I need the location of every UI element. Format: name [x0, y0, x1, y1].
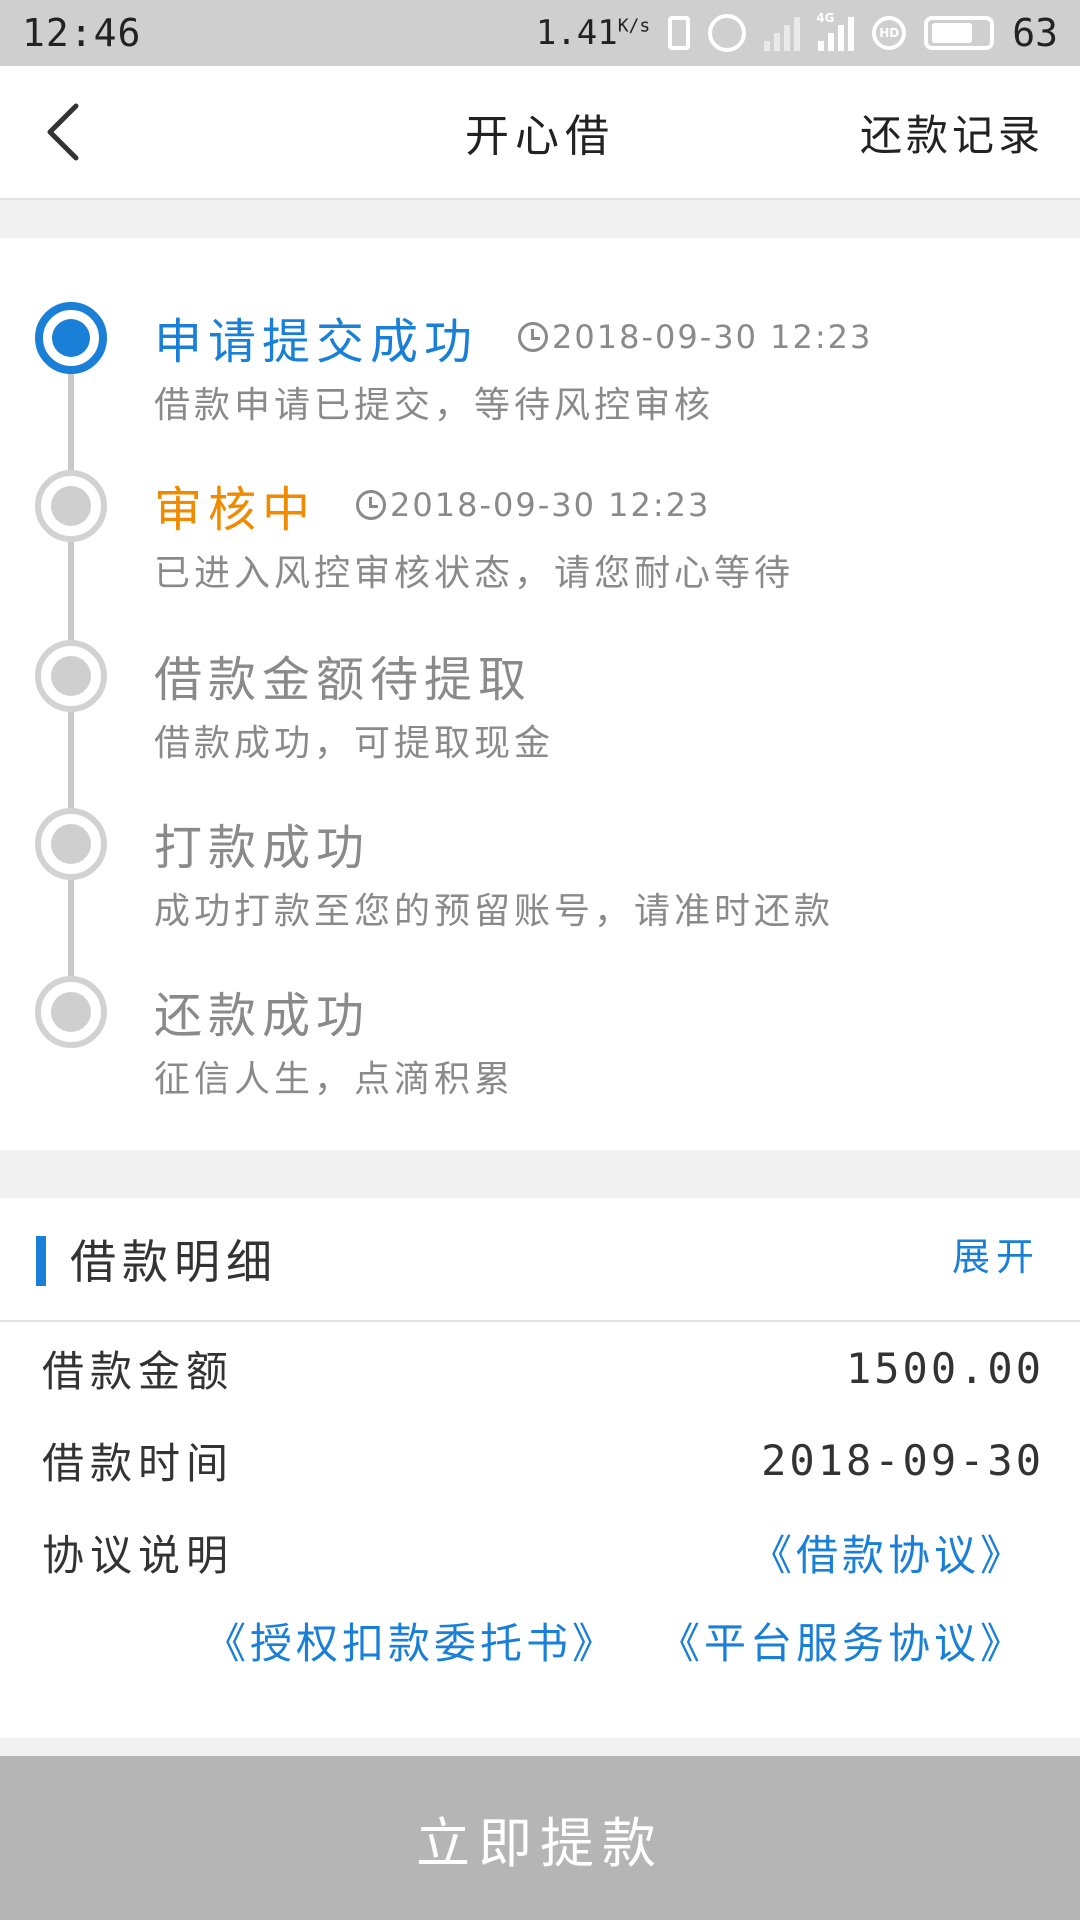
loan-amount-value: 1500.00 [845, 1343, 1044, 1393]
back-button[interactable] [40, 102, 90, 162]
hd-voice-icon: HD [872, 16, 907, 50]
agreement-links: 《授权扣款委托书》 《平台服务协议》 [0, 1610, 1080, 1671]
status-icons: 1.41K/s 4G HD 63 [536, 11, 1058, 55]
loan-detail-card: 借款明细 展开 借款金额 1500.00 借款时间 2018-09-30 协议说… [0, 1198, 1080, 1738]
signal-4g-icon: 4G [816, 11, 855, 51]
expand-button[interactable]: 展开 [952, 1226, 1040, 1281]
step-marker-done [35, 302, 107, 374]
step-title: 打款成功 [154, 820, 371, 876]
step-timestamp: 2018-09-30 12:23 [356, 486, 710, 524]
row-label: 借款金额 [42, 1346, 235, 1396]
step-description: 借款成功，可提取现金 [154, 723, 555, 764]
withdraw-now-button[interactable]: 立即提款 [0, 1756, 1080, 1920]
step-marker-pending [35, 470, 107, 542]
status-time: 12:46 [22, 11, 142, 55]
platform-service-agreement-link[interactable]: 《平台服务协议》 [658, 1610, 1026, 1671]
step-title: 借款金额待提取 [154, 652, 533, 708]
clock-icon [356, 490, 387, 520]
page-title: 开心借 [465, 111, 615, 162]
timeline-step: 审核中 2018-09-30 12:23 已进入风控审核状态，请您耐心等待 [154, 470, 1060, 596]
timeline-step: 打款成功 成功打款至您的预留账号，请准时还款 [154, 808, 1060, 934]
section-title: 借款明细 [70, 1235, 278, 1289]
timeline-step: 申请提交成功 2018-09-30 12:23 借款申请已提交，等待风控审核 [154, 302, 1060, 428]
step-description: 借款申请已提交，等待风控审核 [154, 385, 715, 426]
row-label: 协议说明 [42, 1530, 235, 1580]
loan-progress-card: 申请提交成功 2018-09-30 12:23 借款申请已提交，等待风控审核 审… [0, 238, 1080, 1150]
repayment-history-link[interactable]: 还款记录 [860, 102, 1044, 163]
row-label: 借款时间 [42, 1438, 235, 1488]
status-bar: 12:46 1.41K/s 4G HD 63 [0, 0, 1080, 66]
vibrate-icon [668, 16, 691, 50]
step-description: 已进入风控审核状态，请您耐心等待 [154, 553, 795, 594]
step-title: 审核中 [154, 482, 317, 538]
step-timestamp: 2018-09-30 12:23 [518, 318, 872, 356]
step-title: 申请提交成功 [154, 314, 479, 370]
detail-row-date: 借款时间 2018-09-30 [0, 1414, 1080, 1506]
step-marker-pending [35, 808, 107, 880]
step-title: 还款成功 [154, 988, 371, 1044]
nav-bar: 开心借 还款记录 [0, 66, 1080, 200]
step-marker-pending [35, 976, 107, 1048]
detail-header: 借款明细 展开 [0, 1198, 1080, 1322]
detail-row-agreements: 协议说明 《借款协议》 [0, 1506, 1080, 1598]
step-description: 征信人生，点滴积累 [154, 1059, 515, 1100]
timeline-step: 借款金额待提取 借款成功，可提取现金 [154, 640, 1060, 766]
clock-icon [518, 322, 549, 352]
signal-sim1-icon [764, 15, 801, 51]
section-accent-bar [36, 1236, 46, 1286]
step-description: 成功打款至您的预留账号，请准时还款 [154, 891, 835, 932]
alarm-icon [708, 14, 747, 52]
loan-agreement-link[interactable]: 《借款协议》 [750, 1522, 1026, 1583]
battery-icon [924, 16, 995, 50]
detail-row-amount: 借款金额 1500.00 [0, 1322, 1080, 1414]
chevron-left-icon [47, 103, 79, 161]
network-speed: 1.41K/s [535, 13, 651, 53]
timeline-step: 还款成功 征信人生，点滴积累 [154, 976, 1060, 1102]
debit-authorization-link[interactable]: 《授权扣款委托书》 [204, 1610, 618, 1671]
step-marker-pending [35, 640, 107, 712]
battery-level: 63 [1012, 11, 1058, 55]
loan-date-value: 2018-09-30 [761, 1435, 1044, 1485]
network-type-label: 4G [816, 11, 835, 25]
